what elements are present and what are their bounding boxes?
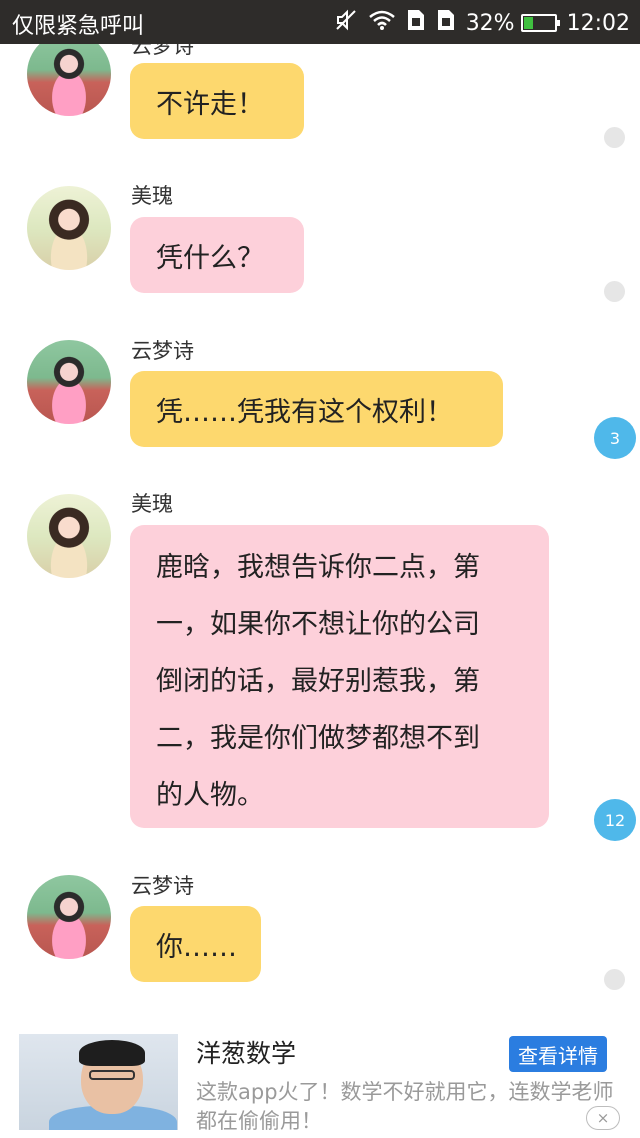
message-bubble[interactable]: 你…… xyxy=(130,906,261,982)
status-bar: 仅限紧急呼叫 32% 12:02 xyxy=(0,0,640,44)
avatar[interactable] xyxy=(27,494,111,578)
view-details-button[interactable]: 查看详情 xyxy=(509,1036,607,1072)
battery-percent: 32% xyxy=(465,10,515,36)
message-line: 鹿晗，我想告诉你二点，第 xyxy=(156,552,480,583)
sender-name: 云梦诗 xyxy=(131,339,194,363)
sim-icon xyxy=(436,8,456,38)
sender-name: 美瑰 xyxy=(131,492,173,516)
comment-count-badge[interactable]: 3 xyxy=(594,417,636,459)
message-bubble[interactable]: 鹿晗，我想告诉你二点，第 一，如果你不想让你的公司 倒闭的话，最好别惹我，第 二… xyxy=(130,525,549,828)
sender-name: 云梦诗 xyxy=(131,874,194,898)
close-icon[interactable]: × xyxy=(586,1106,620,1130)
message-bubble[interactable]: 凭……凭我有这个权利！ xyxy=(130,371,503,447)
avatar[interactable] xyxy=(27,186,111,270)
carrier-text: 仅限紧急呼叫 xyxy=(12,14,145,39)
comment-dot-icon[interactable] xyxy=(604,281,625,302)
sim-icon xyxy=(406,8,426,38)
clock-time: 12:02 xyxy=(566,10,630,36)
message-line: 一，如果你不想让你的公司 xyxy=(156,609,480,640)
battery-fill xyxy=(523,17,534,29)
ad-person-glasses xyxy=(89,1070,135,1080)
status-icons: 32% 12:02 xyxy=(324,8,630,38)
ad-description[interactable]: 这款app火了！数学不好就用它，连数学老师都在偷偷用！ xyxy=(196,1078,616,1136)
ad-image[interactable] xyxy=(19,1034,178,1130)
sender-name: 美瑰 xyxy=(131,184,173,208)
comment-dot-icon[interactable] xyxy=(604,969,625,990)
chat-area: 云梦诗 不许走！ 美瑰 凭什么？ 云梦诗 凭……凭我有这个权利！ 3 美瑰 鹿晗… xyxy=(0,0,640,1020)
avatar[interactable] xyxy=(27,340,111,424)
battery-icon xyxy=(520,14,560,32)
ad-person-hair xyxy=(79,1040,145,1066)
comment-dot-icon[interactable] xyxy=(604,127,625,148)
message-line: 倒闭的话，最好别惹我，第 xyxy=(156,666,480,697)
message-line: 的人物。 xyxy=(156,780,264,811)
ad-title[interactable]: 洋葱数学 xyxy=(196,1034,296,1070)
message-bubble[interactable]: 不许走！ xyxy=(130,63,304,139)
ad-banner[interactable]: 洋葱数学 查看详情 这款app火了！数学不好就用它，连数学老师都在偷偷用！ xyxy=(0,1020,640,1138)
avatar[interactable] xyxy=(27,875,111,959)
avatar[interactable] xyxy=(27,32,111,116)
wifi-icon xyxy=(368,9,396,37)
mute-icon xyxy=(334,8,358,38)
comment-count-badge[interactable]: 12 xyxy=(594,799,636,841)
message-bubble[interactable]: 凭什么？ xyxy=(130,217,304,293)
message-line: 二，我是你们做梦都想不到 xyxy=(156,723,480,754)
